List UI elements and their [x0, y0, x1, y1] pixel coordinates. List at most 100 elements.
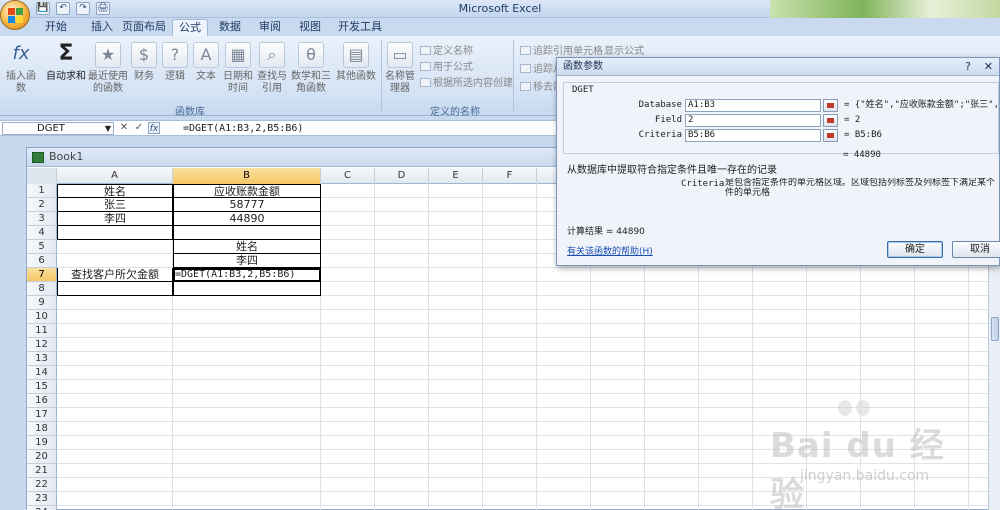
- cell[interactable]: [645, 310, 699, 324]
- cell[interactable]: [321, 296, 375, 310]
- cell[interactable]: [699, 310, 753, 324]
- cell[interactable]: [807, 380, 861, 394]
- cell[interactable]: [753, 268, 807, 282]
- cell[interactable]: [429, 212, 483, 226]
- name-manager-button[interactable]: ▭ 名称管理器: [384, 42, 416, 95]
- text-button[interactable]: A 文本: [192, 42, 220, 83]
- cell[interactable]: [645, 366, 699, 380]
- cell[interactable]: [591, 408, 645, 422]
- cell[interactable]: [429, 506, 483, 510]
- cell[interactable]: [753, 282, 807, 296]
- cell-b21[interactable]: [173, 464, 321, 478]
- cell[interactable]: [753, 296, 807, 310]
- cell[interactable]: [807, 464, 861, 478]
- cell[interactable]: [483, 198, 537, 212]
- cell[interactable]: [807, 296, 861, 310]
- column-header-b[interactable]: B: [173, 168, 321, 184]
- row-header[interactable]: 11: [27, 324, 57, 338]
- cell[interactable]: [429, 478, 483, 492]
- cell[interactable]: [645, 506, 699, 510]
- cell[interactable]: [699, 492, 753, 506]
- tab-page-layout[interactable]: 页面布局: [116, 19, 172, 36]
- cell[interactable]: [807, 338, 861, 352]
- cell[interactable]: [591, 282, 645, 296]
- cell[interactable]: [591, 268, 645, 282]
- autosum-button[interactable]: Σ 自动求和: [46, 42, 86, 83]
- use-in-formula-button[interactable]: 用于公式: [420, 58, 473, 73]
- cell[interactable]: [591, 366, 645, 380]
- cell-a7[interactable]: 查找客户所欠金额: [57, 268, 173, 282]
- cell[interactable]: [483, 296, 537, 310]
- cell[interactable]: [321, 338, 375, 352]
- cell[interactable]: [321, 394, 375, 408]
- cell[interactable]: [537, 422, 591, 436]
- cell-b1[interactable]: 应收账款金额: [173, 184, 321, 198]
- cell[interactable]: [537, 338, 591, 352]
- cell[interactable]: [483, 212, 537, 226]
- logical-button[interactable]: ? 逻辑: [161, 42, 189, 83]
- range-select-icon[interactable]: [823, 114, 838, 127]
- row-header[interactable]: 19: [27, 436, 57, 450]
- cell[interactable]: [807, 366, 861, 380]
- cell[interactable]: [591, 380, 645, 394]
- cell[interactable]: [429, 436, 483, 450]
- cell[interactable]: [807, 450, 861, 464]
- column-header-d[interactable]: D: [375, 168, 429, 184]
- cell[interactable]: [861, 310, 915, 324]
- cell[interactable]: [591, 478, 645, 492]
- cell[interactable]: [915, 310, 969, 324]
- cell[interactable]: [699, 408, 753, 422]
- cell[interactable]: [537, 296, 591, 310]
- cell[interactable]: [537, 492, 591, 506]
- cell[interactable]: [375, 436, 429, 450]
- cell[interactable]: [645, 380, 699, 394]
- cell[interactable]: [699, 394, 753, 408]
- cell-a24[interactable]: [57, 506, 173, 510]
- cell-b10[interactable]: [173, 310, 321, 324]
- criteria-input[interactable]: B5:B6: [685, 129, 821, 142]
- cell-a9[interactable]: [57, 296, 173, 310]
- cell[interactable]: [321, 506, 375, 510]
- cell[interactable]: [321, 422, 375, 436]
- cell[interactable]: [645, 296, 699, 310]
- cell[interactable]: [915, 324, 969, 338]
- cell[interactable]: [807, 436, 861, 450]
- cell[interactable]: [807, 408, 861, 422]
- cell[interactable]: [645, 492, 699, 506]
- cell[interactable]: [591, 352, 645, 366]
- cell[interactable]: [807, 422, 861, 436]
- cell-a3[interactable]: 李四: [57, 212, 173, 226]
- cancel-button[interactable]: 取消: [952, 241, 1000, 258]
- cell[interactable]: [645, 352, 699, 366]
- cell[interactable]: [861, 296, 915, 310]
- row-header[interactable]: 6: [27, 254, 57, 268]
- cell[interactable]: [645, 450, 699, 464]
- cell[interactable]: [429, 240, 483, 254]
- cell[interactable]: [429, 254, 483, 268]
- cell[interactable]: [375, 422, 429, 436]
- cell[interactable]: [429, 422, 483, 436]
- cell[interactable]: [591, 338, 645, 352]
- cell[interactable]: [375, 282, 429, 296]
- cell[interactable]: [591, 506, 645, 510]
- cell-a14[interactable]: [57, 366, 173, 380]
- cell[interactable]: [429, 338, 483, 352]
- help-link[interactable]: 有关该函数的帮助(H): [567, 244, 653, 257]
- cell[interactable]: [915, 282, 969, 296]
- column-header-e[interactable]: E: [429, 168, 483, 184]
- row-header[interactable]: 16: [27, 394, 57, 408]
- cell[interactable]: [375, 506, 429, 510]
- cell-b5[interactable]: 姓名: [173, 240, 321, 254]
- tab-formulas[interactable]: 公式: [172, 19, 208, 36]
- cell[interactable]: [645, 394, 699, 408]
- insert-function-icon[interactable]: fx: [148, 122, 160, 134]
- cell[interactable]: [861, 352, 915, 366]
- cell[interactable]: [591, 310, 645, 324]
- cell-a13[interactable]: [57, 352, 173, 366]
- cell[interactable]: [753, 366, 807, 380]
- row-header[interactable]: 5: [27, 240, 57, 254]
- recent-functions-button[interactable]: ★ 最近使用的函数: [88, 42, 128, 95]
- row-header[interactable]: 14: [27, 366, 57, 380]
- cell[interactable]: [375, 184, 429, 198]
- row-header[interactable]: 8: [27, 282, 57, 296]
